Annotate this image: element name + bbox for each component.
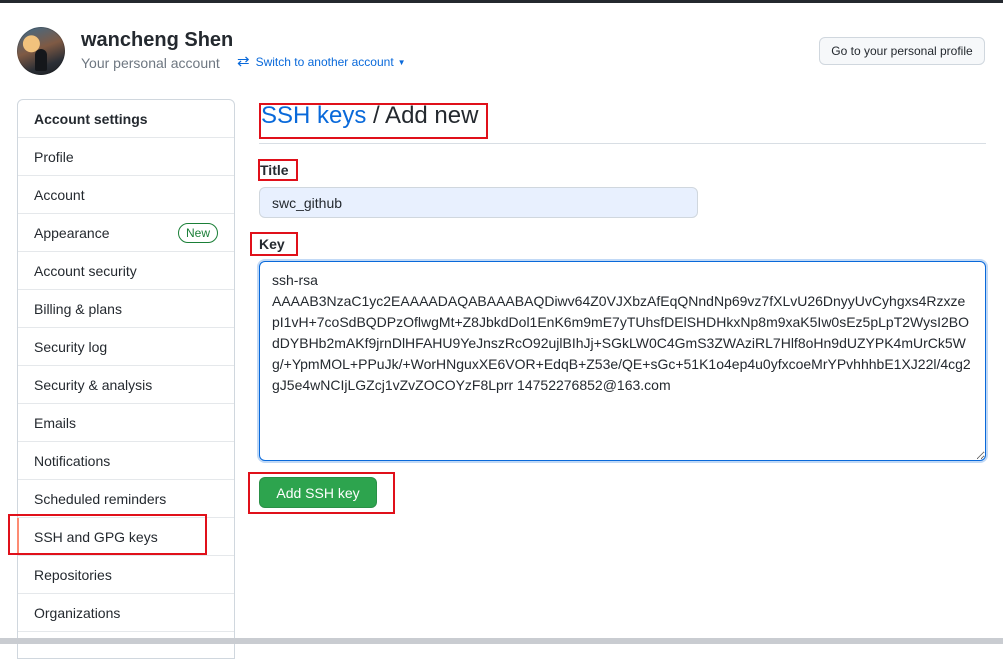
- sidebar-item-security-log[interactable]: Security log: [18, 328, 234, 366]
- switch-account-label: Switch to another account: [255, 55, 394, 69]
- sidebar-item-organizations[interactable]: Organizations: [18, 594, 234, 632]
- sidebar-item-scheduled-reminders[interactable]: Scheduled reminders: [18, 480, 234, 518]
- sidebar-item-label: Billing & plans: [34, 300, 122, 317]
- page-title: SSH keys / Add new: [261, 102, 478, 130]
- sidebar-item-label: Scheduled reminders: [34, 490, 167, 507]
- sidebar-item-ssh-gpg-keys[interactable]: SSH and GPG keys: [17, 518, 234, 556]
- arrows-switch-icon: ⇄: [237, 53, 250, 70]
- sidebar-item-label: Emails: [34, 414, 77, 431]
- sidebar-item-profile[interactable]: Profile: [18, 138, 234, 176]
- sidebar-item-label: Account security: [34, 262, 137, 279]
- sidebar-item-account-security[interactable]: Account security: [18, 252, 234, 290]
- sidebar-item-label: Appearance: [34, 224, 110, 241]
- new-badge: New: [177, 222, 218, 243]
- sidebar-item-label: Security & analysis: [34, 376, 153, 393]
- account-subtitle: Your personal account: [81, 55, 220, 71]
- sidebar-item-account[interactable]: Account: [18, 176, 234, 214]
- avatar-figure: [35, 49, 47, 71]
- sidebar-item-label: Organizations: [34, 604, 121, 621]
- page-title-rest: / Add new: [366, 102, 479, 129]
- sidebar-heading: Account settings: [18, 100, 234, 138]
- sidebar-item-notifications[interactable]: Notifications: [18, 442, 234, 480]
- sidebar-item-label: Account: [34, 186, 85, 203]
- sidebar-item-emails[interactable]: Emails: [18, 404, 234, 442]
- sidebar-item-security-analysis[interactable]: Security & analysis: [18, 366, 234, 404]
- title-label: Title: [260, 162, 289, 178]
- key-textarea[interactable]: ssh-rsa AAAAB3NzaC1yc2EAAAADAQABAAABAQDi…: [259, 261, 986, 461]
- personal-profile-button[interactable]: Go to your personal profile: [819, 37, 985, 65]
- sidebar-item-repositories[interactable]: Repositories: [18, 556, 234, 594]
- add-ssh-key-button[interactable]: Add SSH key: [259, 477, 377, 508]
- sidebar-item-billing[interactable]: Billing & plans: [18, 290, 234, 328]
- ssh-keys-breadcrumb-link[interactable]: SSH keys: [261, 102, 366, 129]
- sidebar-item-label: SSH and GPG keys: [34, 528, 158, 545]
- sidebar-item-label: Repositories: [34, 566, 112, 583]
- key-label: Key: [259, 236, 285, 252]
- title-input[interactable]: [259, 187, 698, 218]
- avatar[interactable]: [17, 27, 65, 75]
- title-divider: [259, 143, 986, 144]
- top-border: [0, 0, 1003, 3]
- window-bottom-edge: [0, 638, 1003, 644]
- sidebar-heading-label: Account settings: [34, 110, 148, 127]
- switch-account-link[interactable]: ⇄ Switch to another account ▼: [237, 53, 406, 70]
- sidebar-item-appearance[interactable]: Appearance New: [18, 214, 234, 252]
- sidebar-item-label: Notifications: [34, 452, 111, 469]
- caret-down-icon: ▼: [397, 57, 406, 67]
- sidebar-item-label: Security log: [34, 338, 108, 355]
- user-name[interactable]: wancheng Shen: [81, 29, 233, 52]
- settings-sidebar: Account settings Profile Account Appeara…: [17, 99, 235, 659]
- sidebar-item-label: Profile: [34, 148, 74, 165]
